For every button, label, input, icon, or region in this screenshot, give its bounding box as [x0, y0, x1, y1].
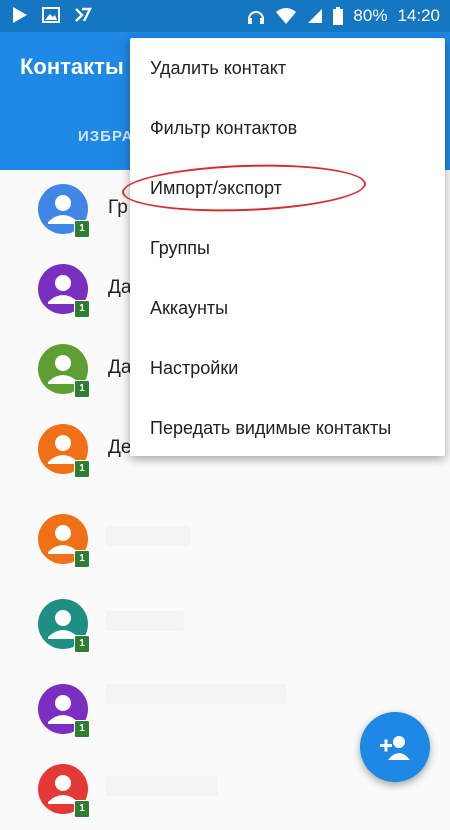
menu-item-groups[interactable]: Группы — [150, 238, 210, 259]
sim-badge: 1 — [74, 380, 90, 398]
sim-badge: 1 — [74, 460, 90, 478]
redacted-contact-name — [106, 611, 184, 631]
sim-badge: 1 — [74, 550, 90, 568]
sim-badge: 1 — [74, 300, 90, 318]
menu-item-settings[interactable]: Настройки — [150, 358, 238, 379]
clock: 14:20 — [397, 6, 440, 25]
contact-name: Да — [108, 357, 132, 378]
contact-name: Да — [108, 277, 132, 298]
menu-item-share-visible-contacts[interactable]: Передать видимые контакты — [150, 418, 391, 439]
status-bar: 80% 14:20 — [0, 0, 450, 32]
list-item[interactable]: 1 — [0, 585, 450, 665]
add-contact-button[interactable] — [360, 712, 430, 782]
page-title: Контакты — [20, 54, 124, 79]
signal-icon — [307, 8, 323, 24]
battery-level: 80% — [353, 6, 388, 25]
gallery-icon — [42, 7, 60, 23]
redacted-contact-name — [106, 526, 190, 546]
tab-favorites[interactable]: ИЗБРА — [78, 128, 133, 145]
menu-item-delete-contact[interactable]: Удалить контакт — [150, 58, 286, 79]
contact-name: Де — [108, 437, 132, 458]
overflow-menu: Удалить контакт Фильтр контактов Импорт/… — [130, 38, 445, 456]
add-contact-icon — [380, 736, 410, 760]
menu-item-import-export[interactable]: Импорт/экспорт — [150, 178, 282, 199]
wifi-icon — [275, 8, 297, 24]
redacted-contact-name — [106, 776, 218, 796]
redacted-contact-name — [106, 684, 286, 704]
sim-badge: 1 — [74, 220, 90, 238]
sim-badge: 1 — [74, 800, 90, 818]
menu-item-accounts[interactable]: Аккаунты — [150, 298, 228, 319]
contact-name: Гр — [108, 197, 128, 218]
play-store-icon — [12, 6, 28, 24]
menu-item-contact-filter[interactable]: Фильтр контактов — [150, 118, 297, 139]
headset-icon — [247, 7, 265, 25]
list-item[interactable]: 1 — [0, 500, 450, 580]
sim-badge: 1 — [74, 720, 90, 738]
battery-icon — [333, 7, 344, 25]
notification-check-icon — [74, 7, 92, 23]
sim-badge: 1 — [74, 635, 90, 653]
